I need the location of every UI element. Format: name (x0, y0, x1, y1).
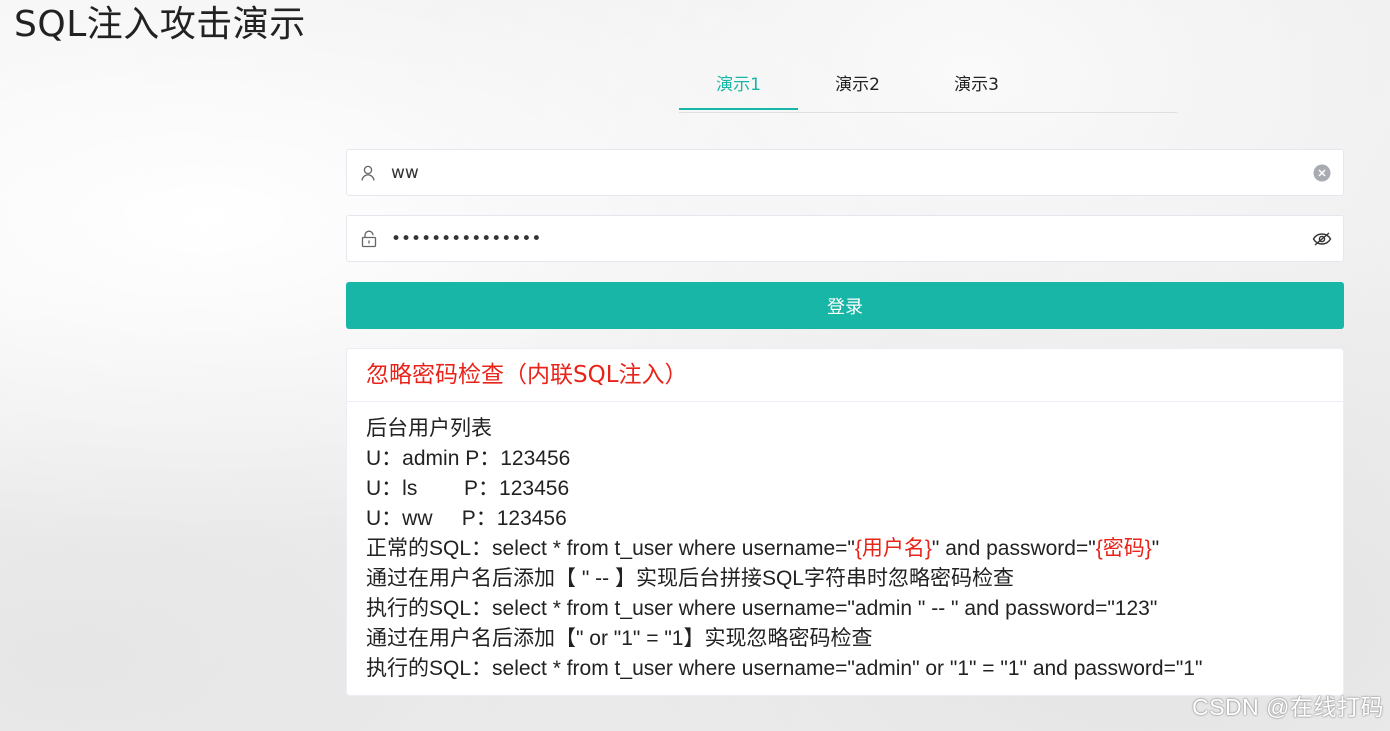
username-field (346, 149, 1344, 196)
tip-line-2: 通过在用户名后添加【" or "1" = "1】实现忽略密码检查 (366, 627, 873, 650)
user-label: U： (366, 477, 403, 500)
normal-sql-suffix: " (1151, 537, 1160, 560)
password-label: P： (465, 447, 501, 470)
username-placeholder: {用户名} (854, 537, 932, 560)
user-name: admin (402, 447, 460, 470)
user-row: U：ww P：123456 (366, 504, 1324, 534)
tip-line-1: 通过在用户名后添加【 " -- 】实现后台拼接SQL字符串时忽略密码检查 (366, 567, 1014, 590)
card-title: 忽略密码检查（内联SQL注入） (347, 349, 1343, 402)
eye-slash-icon[interactable] (1301, 231, 1343, 247)
user-row: U：admin P：123456 (366, 444, 1324, 474)
user-icon (347, 164, 391, 182)
watermark: CSDN @在线打码 (1192, 694, 1384, 720)
executed-sql-line-2: 执行的SQL：select * from t_user where userna… (366, 657, 1203, 680)
user-password: 123456 (496, 507, 567, 530)
info-card: 忽略密码检查（内联SQL注入） 后台用户列表 U：admin P：123456 … (346, 348, 1344, 696)
user-label: U： (366, 507, 403, 530)
normal-sql-middle: " and password=" (931, 537, 1096, 560)
user-password: 123456 (500, 447, 571, 470)
password-label: P： (461, 507, 497, 530)
tab-demo-3[interactable]: 演示3 (917, 62, 1036, 110)
normal-sql-prefix: 正常的SQL：select * from t_user where userna… (366, 537, 855, 560)
tab-demo-2[interactable]: 演示2 (798, 62, 917, 110)
lock-icon (347, 230, 391, 248)
card-body: 后台用户列表 U：admin P：123456 U：ls P：123456 U：… (347, 402, 1343, 684)
user-password: 123456 (499, 477, 570, 500)
tab-bar: 演示1 演示2 演示3 (679, 62, 1177, 113)
normal-sql-line: 正常的SQL：select * from t_user where userna… (366, 534, 1324, 564)
executed-sql-line-1: 执行的SQL：select * from t_user where userna… (366, 597, 1158, 620)
username-input[interactable] (391, 152, 1301, 193)
password-placeholder: {密码} (1095, 537, 1152, 560)
user-row: U：ls P：123456 (366, 474, 1324, 504)
password-input[interactable] (391, 218, 1301, 259)
login-button[interactable]: 登录 (346, 282, 1344, 329)
clear-circle-icon[interactable] (1301, 164, 1343, 182)
tab-demo-1[interactable]: 演示1 (679, 62, 798, 110)
password-label: P： (464, 477, 500, 500)
user-list-title: 后台用户列表 (366, 417, 492, 440)
user-name: ww (402, 507, 433, 530)
user-label: U： (366, 447, 403, 470)
user-name: ls (402, 477, 418, 500)
password-field (346, 215, 1344, 262)
page-title: SQL注入攻击演示 (14, 4, 306, 45)
